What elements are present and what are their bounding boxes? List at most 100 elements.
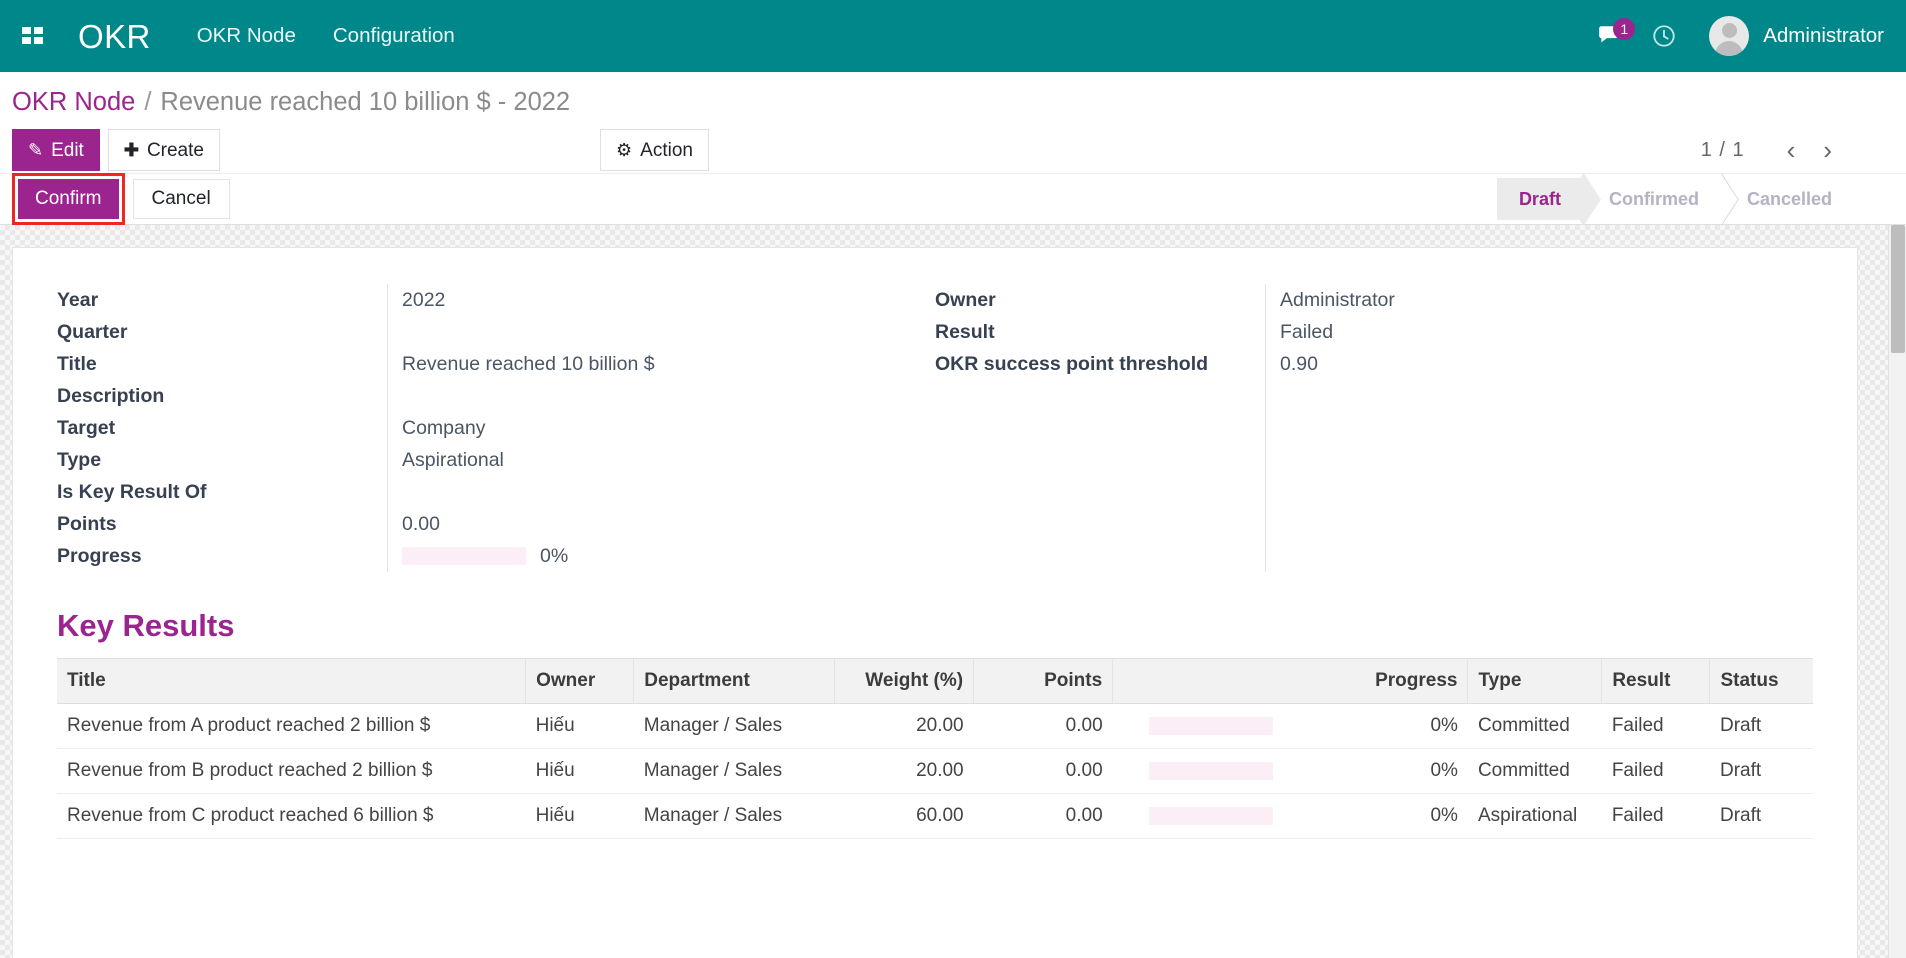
navbar-right-group: 1 Administrator <box>1583 12 1884 60</box>
cell-department: Manager / Sales <box>634 704 835 749</box>
field-label-progress: Progress <box>57 545 142 568</box>
create-button[interactable]: ✚ Create <box>108 129 220 171</box>
row-progress-label: 0% <box>1430 805 1457 826</box>
cell-title: Revenue from A product reached 2 billion… <box>57 704 526 749</box>
vertical-scrollbar[interactable] <box>1888 225 1906 958</box>
field-label-description: Description <box>57 385 164 408</box>
cell-progress: 0% <box>1113 749 1468 794</box>
breadcrumb-root-link[interactable]: OKR Node <box>12 88 135 117</box>
content-scroll-area: Year Quarter Title Description Target Ty… <box>0 225 1906 958</box>
pager: 1 / 1 ‹ › <box>1701 137 1892 163</box>
field-label-result: Result <box>935 321 995 344</box>
form-column-left: Year Quarter Title Description Target Ty… <box>57 284 935 572</box>
column-header-owner[interactable]: Owner <box>526 659 634 704</box>
cell-status: Draft <box>1710 749 1813 794</box>
column-header-status[interactable]: Status <box>1710 659 1813 704</box>
cell-owner: Hiếu <box>526 704 634 749</box>
cell-type: Aspirational <box>1468 794 1602 839</box>
cancel-button[interactable]: Cancel <box>133 179 230 219</box>
row-progress-bar <box>1149 807 1273 825</box>
clock-icon[interactable] <box>1637 12 1691 60</box>
table-row[interactable]: Revenue from C product reached 6 billion… <box>57 794 1813 839</box>
cell-type: Committed <box>1468 749 1602 794</box>
edit-button-label: Edit <box>51 141 84 160</box>
form-left-values: 2022 Revenue reached 10 billion $ Compan… <box>387 284 935 572</box>
field-label-owner: Owner <box>935 289 996 312</box>
cell-points: 0.00 <box>974 704 1113 749</box>
plus-icon: ✚ <box>124 141 139 159</box>
key-results-table: Title Owner Department Weight (%) Points… <box>57 658 1813 839</box>
cell-department: Manager / Sales <box>634 749 835 794</box>
row-progress-label: 0% <box>1430 760 1457 781</box>
cell-weight: 20.00 <box>835 749 974 794</box>
progress-bar-track <box>402 547 526 565</box>
cell-result: Failed <box>1602 749 1710 794</box>
form-fields-grid: Year Quarter Title Description Target Ty… <box>57 284 1813 572</box>
field-label-okr-success-point-threshold: OKR success point threshold <box>935 353 1208 376</box>
chevron-left-icon[interactable]: ‹ <box>1775 137 1808 163</box>
breadcrumb-separator: / <box>144 88 151 117</box>
progress-widget[interactable]: 0% <box>402 545 568 568</box>
field-value-type[interactable]: Aspirational <box>402 449 504 472</box>
cell-status: Draft <box>1710 704 1813 749</box>
column-header-weight[interactable]: Weight (%) <box>835 659 974 704</box>
breadcrumb: OKR Node / Revenue reached 10 billion $ … <box>0 72 1906 127</box>
column-header-points[interactable]: Points <box>974 659 1113 704</box>
cell-type: Committed <box>1468 704 1602 749</box>
column-header-type[interactable]: Type <box>1468 659 1602 704</box>
breadcrumb-current: Revenue reached 10 billion $ - 2022 <box>160 88 570 117</box>
status-stage-draft[interactable]: Draft <box>1497 178 1587 220</box>
cell-title: Revenue from C product reached 6 billion… <box>57 794 526 839</box>
field-value-target[interactable]: Company <box>402 417 485 440</box>
row-progress-label: 0% <box>1430 715 1457 736</box>
form-column-right: Owner Result OKR success point threshold… <box>935 284 1813 572</box>
workflow-statusbar: Draft Confirmed Cancelled <box>1497 178 1906 220</box>
brand-title[interactable]: OKR <box>78 20 151 53</box>
cell-status: Draft <box>1710 794 1813 839</box>
edit-button[interactable]: ✎ Edit <box>12 129 100 171</box>
cell-result: Failed <box>1602 704 1710 749</box>
cell-progress: 0% <box>1113 794 1468 839</box>
action-button[interactable]: ⚙ Action <box>600 129 709 171</box>
cell-points: 0.00 <box>974 749 1113 794</box>
messages-badge: 1 <box>1613 18 1635 40</box>
scrollbar-thumb[interactable] <box>1891 225 1905 353</box>
column-header-result[interactable]: Result <box>1602 659 1710 704</box>
cell-department: Manager / Sales <box>634 794 835 839</box>
field-label-year: Year <box>57 289 98 312</box>
messages-icon[interactable]: 1 <box>1583 12 1637 60</box>
gear-icon: ⚙ <box>616 141 632 159</box>
column-header-title[interactable]: Title <box>57 659 526 704</box>
form-sheet: Year Quarter Title Description Target Ty… <box>12 247 1858 958</box>
row-progress-bar <box>1149 717 1273 735</box>
field-value-result[interactable]: Failed <box>1280 321 1333 344</box>
status-action-bar: Confirm Cancel Draft Confirmed Cancelled <box>0 173 1906 225</box>
field-label-type: Type <box>57 449 101 472</box>
column-header-department[interactable]: Department <box>634 659 835 704</box>
control-panel: OKR Node / Revenue reached 10 billion $ … <box>0 72 1906 225</box>
field-value-owner[interactable]: Administrator <box>1280 289 1395 312</box>
field-value-points[interactable]: 0.00 <box>402 513 440 536</box>
field-value-okr-success-point-threshold[interactable]: 0.90 <box>1280 353 1318 376</box>
cell-weight: 60.00 <box>835 794 974 839</box>
nav-menu-okr-node[interactable]: OKR Node <box>197 26 296 47</box>
confirm-button[interactable]: Confirm <box>18 179 119 219</box>
table-row[interactable]: Revenue from B product reached 2 billion… <box>57 749 1813 794</box>
cell-title: Revenue from B product reached 2 billion… <box>57 749 526 794</box>
user-name-label: Administrator <box>1763 24 1884 48</box>
chevron-right-icon[interactable]: › <box>1811 137 1844 163</box>
status-stage-cancelled[interactable]: Cancelled <box>1725 178 1858 220</box>
apps-grid-icon[interactable] <box>10 13 56 59</box>
form-left-labels: Year Quarter Title Description Target Ty… <box>57 284 387 572</box>
create-button-label: Create <box>147 141 204 160</box>
user-menu[interactable]: Administrator <box>1691 16 1884 56</box>
field-value-year[interactable]: 2022 <box>402 289 445 312</box>
form-right-labels: Owner Result OKR success point threshold <box>935 284 1265 572</box>
column-header-progress[interactable]: Progress <box>1113 659 1468 704</box>
field-value-title[interactable]: Revenue reached 10 billion $ <box>402 353 655 376</box>
nav-menu-configuration[interactable]: Configuration <box>333 26 455 47</box>
table-row[interactable]: Revenue from A product reached 2 billion… <box>57 704 1813 749</box>
status-stage-confirmed[interactable]: Confirmed <box>1587 178 1725 220</box>
field-label-title: Title <box>57 353 97 376</box>
field-label-points: Points <box>57 513 117 536</box>
